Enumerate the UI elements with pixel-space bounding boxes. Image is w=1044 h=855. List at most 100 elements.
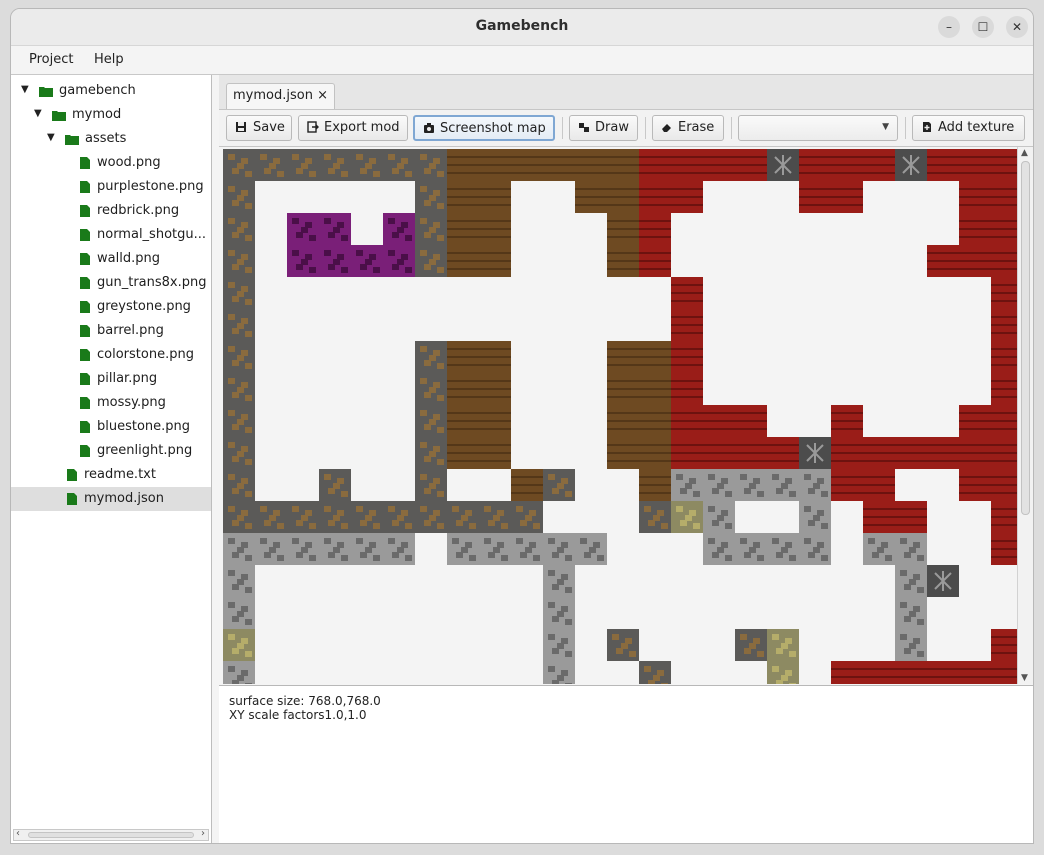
map-tile-greystone[interactable] — [415, 405, 447, 437]
expand-arrow-icon[interactable]: ▼ — [47, 132, 55, 143]
map-tile-wood[interactable] — [447, 245, 479, 277]
map-tile-wood[interactable] — [607, 149, 639, 181]
tree-file-row[interactable]: walld.png — [11, 247, 211, 271]
map-tile-wood[interactable] — [607, 245, 639, 277]
map-tile-redbrick[interactable] — [671, 277, 703, 309]
map-tile-eagle-stone[interactable] — [927, 565, 959, 597]
map-tile-greystone[interactable] — [415, 149, 447, 181]
map-tile-redbrick[interactable] — [991, 245, 1023, 277]
map-tile-colorstone[interactable] — [799, 533, 831, 565]
map-tile-colorstone[interactable] — [767, 469, 799, 501]
map-tile-redbrick[interactable] — [991, 181, 1023, 213]
map-tile-wood[interactable] — [479, 405, 511, 437]
map-tile-wood[interactable] — [607, 341, 639, 373]
tree-file-row[interactable]: pillar.png — [11, 367, 211, 391]
map-tile-redbrick[interactable] — [863, 149, 895, 181]
tree-file-row[interactable]: readme.txt — [11, 463, 211, 487]
map-tile-colorstone[interactable] — [895, 629, 927, 661]
map-tile-redbrick[interactable] — [863, 437, 895, 469]
map-tile-colorstone[interactable] — [223, 565, 255, 597]
map-tile-colorstone[interactable] — [703, 501, 735, 533]
map-tile-redbrick[interactable] — [959, 405, 991, 437]
map-vertical-scrollbar[interactable]: ▲ ▼ — [1017, 147, 1033, 684]
map-tile-redbrick[interactable] — [671, 405, 703, 437]
expand-arrow-icon[interactable]: ▼ — [21, 84, 29, 95]
map-tile-redbrick[interactable] — [799, 181, 831, 213]
map-tile-redbrick[interactable] — [639, 149, 671, 181]
map-tile-redbrick[interactable] — [703, 149, 735, 181]
map-tile-colorstone[interactable] — [543, 533, 575, 565]
map-tile-redbrick[interactable] — [991, 469, 1023, 501]
map-tile-redbrick[interactable] — [959, 661, 991, 684]
map-tile-colorstone[interactable] — [799, 469, 831, 501]
map-tile-wood[interactable] — [511, 149, 543, 181]
map-tile-greystone[interactable] — [415, 245, 447, 277]
map-tile-redbrick[interactable] — [991, 501, 1023, 533]
map-tile-wood[interactable] — [447, 373, 479, 405]
map-tile-wood[interactable] — [607, 181, 639, 213]
map-tile-redbrick[interactable] — [991, 437, 1023, 469]
map-tile-greystone[interactable] — [415, 181, 447, 213]
screenshot-map-button[interactable]: Screenshot map — [413, 115, 555, 141]
map-tile-wood[interactable] — [479, 245, 511, 277]
map-tile-greystone[interactable] — [511, 501, 543, 533]
map-tile-wood[interactable] — [607, 437, 639, 469]
tree-file-row[interactable]: gun_trans8x.png — [11, 271, 211, 295]
texture-select[interactable]: ▼ — [738, 115, 898, 141]
map-tile-greystone[interactable] — [383, 501, 415, 533]
map-tile-purplestone[interactable] — [383, 245, 415, 277]
map-tile-redbrick[interactable] — [671, 437, 703, 469]
tree-file-row[interactable]: colorstone.png — [11, 343, 211, 367]
tab-close-icon[interactable]: × — [317, 88, 328, 103]
map-tile-greystone[interactable] — [223, 405, 255, 437]
map-tile-greystone[interactable] — [223, 181, 255, 213]
map-tile-redbrick[interactable] — [671, 181, 703, 213]
map-tile-redbrick[interactable] — [831, 405, 863, 437]
map-tile-redbrick[interactable] — [959, 469, 991, 501]
map-grid[interactable] — [219, 147, 1033, 684]
map-tile-redbrick[interactable] — [863, 661, 895, 684]
map-tile-colorstone[interactable] — [767, 533, 799, 565]
map-tile-redbrick[interactable] — [991, 405, 1023, 437]
map-tile-greystone[interactable] — [223, 437, 255, 469]
map-tile-greystone[interactable] — [607, 629, 639, 661]
map-tile-greystone[interactable] — [735, 629, 767, 661]
map-tile-colorstone[interactable] — [287, 533, 319, 565]
close-window-button[interactable]: ✕ — [1006, 16, 1028, 38]
map-tile-colorstone[interactable] — [543, 565, 575, 597]
tab-mymod-json[interactable]: mymod.json × — [226, 83, 335, 109]
map-tile-redbrick[interactable] — [703, 437, 735, 469]
map-tile-greystone[interactable] — [255, 149, 287, 181]
scroll-left-icon[interactable]: ‹ — [16, 828, 20, 839]
tree-file-row[interactable]: mossy.png — [11, 391, 211, 415]
map-tile-colorstone[interactable] — [543, 629, 575, 661]
tree-folder-row[interactable]: ▼ mymod — [11, 103, 211, 127]
map-tile-greystone[interactable] — [415, 437, 447, 469]
map-tile-redbrick[interactable] — [831, 437, 863, 469]
map-tile-redbrick[interactable] — [991, 661, 1023, 684]
map-tile-greystone[interactable] — [415, 469, 447, 501]
map-tile-redbrick[interactable] — [831, 181, 863, 213]
scroll-up-icon[interactable]: ▲ — [1021, 148, 1028, 158]
map-tile-greystone[interactable] — [287, 149, 319, 181]
map-tile-colorstone[interactable] — [223, 661, 255, 684]
map-tile-greystone[interactable] — [415, 373, 447, 405]
map-tile-redbrick[interactable] — [671, 341, 703, 373]
map-tile-colorstone[interactable] — [479, 533, 511, 565]
map-tile-redbrick[interactable] — [927, 661, 959, 684]
expand-arrow-icon[interactable]: ▼ — [34, 108, 42, 119]
map-tile-wood[interactable] — [447, 341, 479, 373]
map-tile-wood[interactable] — [447, 213, 479, 245]
map-tile-colorstone[interactable] — [223, 533, 255, 565]
map-tile-greystone[interactable] — [415, 213, 447, 245]
map-tile-greystone[interactable] — [223, 149, 255, 181]
map-tile-colorstone[interactable] — [703, 469, 735, 501]
map-tile-colorstone[interactable] — [511, 533, 543, 565]
map-tile-redbrick[interactable] — [863, 501, 895, 533]
map-tile-redbrick[interactable] — [991, 533, 1023, 565]
map-tile-wood[interactable] — [479, 373, 511, 405]
scrollbar-thumb[interactable] — [28, 832, 194, 838]
map-tile-greystone[interactable] — [383, 149, 415, 181]
map-tile-wood[interactable] — [639, 373, 671, 405]
map-tile-colorstone[interactable] — [319, 533, 351, 565]
